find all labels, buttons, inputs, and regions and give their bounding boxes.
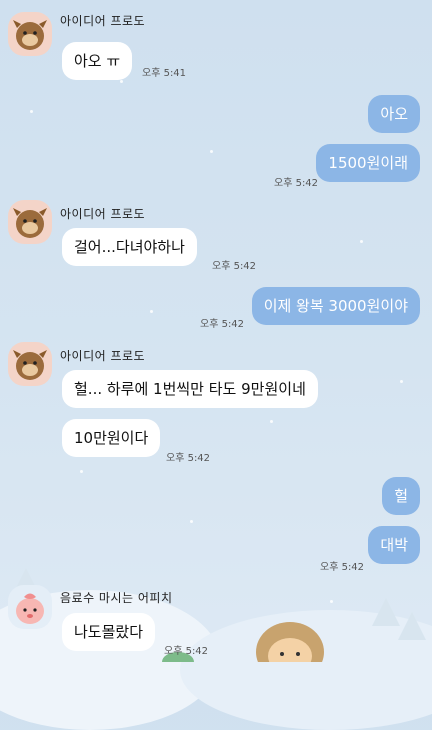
message-time: 오후 5:42 <box>200 319 245 330</box>
message-time: 오후 5:42 <box>166 453 211 464</box>
frodo-avatar-icon[interactable] <box>8 12 52 56</box>
sender-name: 음료수 마시는 어피치 <box>60 591 173 605</box>
message-bubble[interactable]: 대박 <box>368 526 420 564</box>
sender-name: 아이디어 프로도 <box>60 207 146 221</box>
message-bubble[interactable]: 헐... 하루에 1번씩만 타도 9만원이네 <box>62 370 318 408</box>
message-bubble[interactable]: 10만원이다 <box>62 419 161 457</box>
message-time: 오후 5:42 <box>320 562 365 573</box>
message-bubble[interactable]: 아오 <box>368 95 420 133</box>
message-bubble[interactable]: 나도몰랐다 <box>62 613 156 651</box>
frodo-avatar-icon[interactable] <box>8 200 52 244</box>
character-illustration <box>256 622 324 662</box>
apeach-avatar-icon[interactable] <box>8 585 52 629</box>
sender-name: 아이디어 프로도 <box>60 14 146 28</box>
message-time: 오후 5:42 <box>212 261 257 272</box>
message-bubble[interactable]: 1500원이래 <box>316 144 420 182</box>
message-bubble[interactable]: 아오 ㅠ <box>62 42 133 80</box>
message-time: 오후 5:41 <box>142 68 187 79</box>
message-bubble[interactable]: 걸어...다녀야하나 <box>62 228 197 266</box>
message-time: 오후 5:42 <box>274 178 319 189</box>
message-bubble[interactable]: 이제 왕복 3000원이야 <box>251 287 420 325</box>
message-time: 오후 5:42 <box>164 646 209 657</box>
message-bubble[interactable]: 헐 <box>382 477 420 515</box>
frodo-avatar-icon[interactable] <box>8 342 52 386</box>
sender-name: 아이디어 프로도 <box>60 349 146 363</box>
